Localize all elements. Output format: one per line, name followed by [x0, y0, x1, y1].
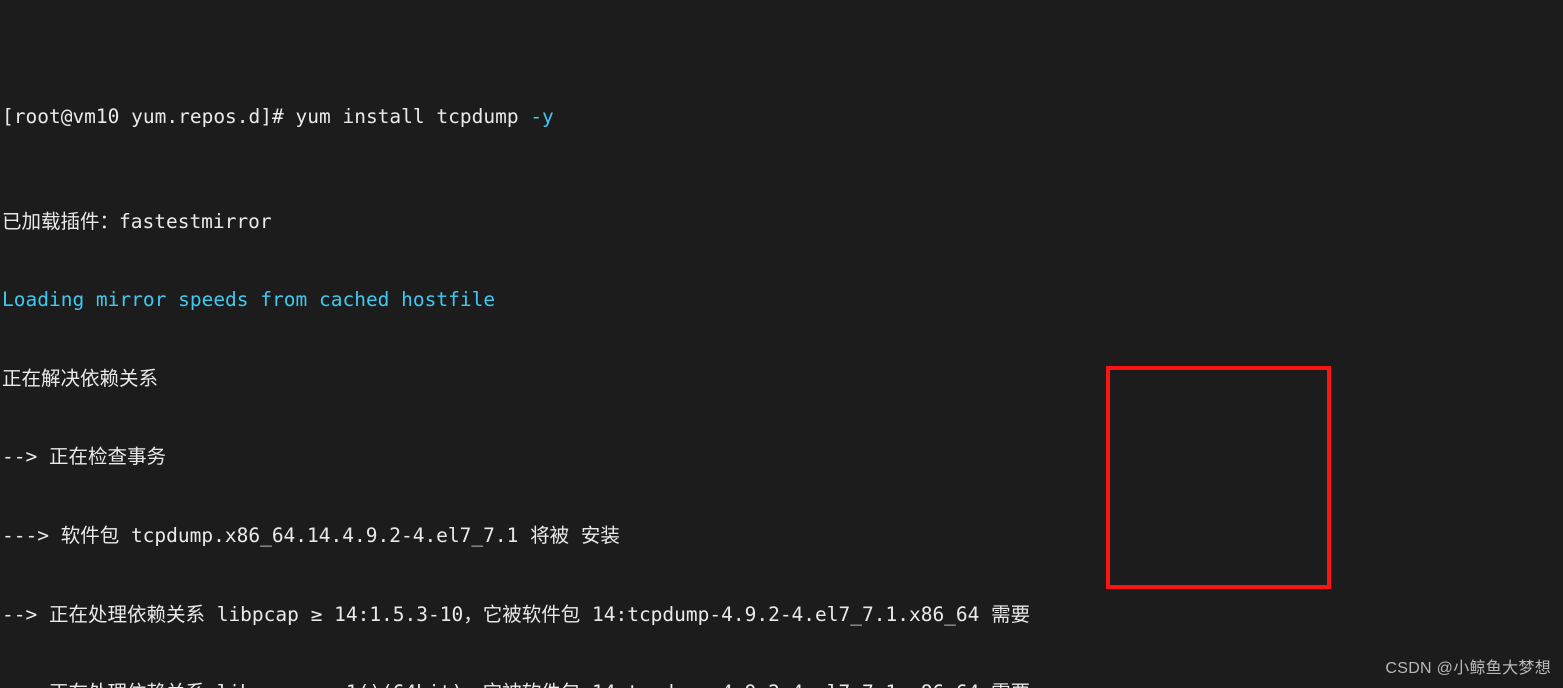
- command-prompt-line: [root@vm10 yum.repos.d]# yum install tcp…: [2, 104, 1563, 130]
- output-line-dep-libpcap-ver: --> 正在处理依赖关系 libpcap ≥ 14:1.5.3-10，它被软件包…: [2, 602, 1031, 626]
- output-line-resolving-deps: 正在解决依赖关系: [2, 366, 159, 390]
- csdn-watermark: CSDN @小鲸鱼大梦想: [1385, 659, 1551, 677]
- terminal-window: [root@vm10 yum.repos.d]# yum install tcp…: [0, 0, 1563, 688]
- output-line-checking-trans-1: --> 正在检查事务: [2, 445, 166, 469]
- output-line-loading-mirror: Loading mirror speeds from cached hostfi…: [2, 288, 496, 312]
- shell-prompt: [root@vm10 yum.repos.d]#: [2, 104, 284, 128]
- output-line-plugins-loaded: 已加载插件：fastestmirror: [2, 209, 272, 233]
- shell-command: yum install tcpdump: [283, 104, 531, 128]
- shell-command-flag: -y: [530, 104, 554, 128]
- terminal-output: [root@vm10 yum.repos.d]# yum install tcp…: [0, 0, 1563, 688]
- output-line-dep-libpcap-so: --> 正在处理依赖关系 libpcap.so.1()(64bit)，它被软件包…: [2, 680, 1563, 688]
- output-line-pkg-tcpdump-install: ---> 软件包 tcpdump.x86_64.14.4.9.2-4.el7_7…: [2, 523, 620, 547]
